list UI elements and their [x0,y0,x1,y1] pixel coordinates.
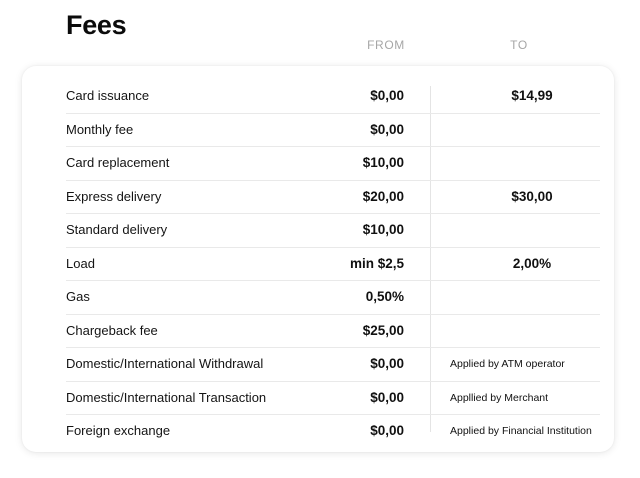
fees-table-card: Card issuance $0,00 $14,99 Monthly fee $… [22,66,614,452]
fee-from-value: $0,00 [370,121,404,137]
fee-from-value: $0,00 [370,356,404,371]
table-row: Chargeback fee $25,00 [66,315,600,348]
fee-from-value: $10,00 [362,222,404,237]
fees-table: Card issuance $0,00 $14,99 Monthly fee $… [66,80,600,448]
table-row: Load min $2,5 2,00% [66,248,600,281]
table-row: Card replacement $10,00 [66,147,600,181]
page-title: Fees [66,10,127,40]
fee-label: Express delivery [66,188,162,204]
fee-to-value [432,214,632,247]
column-header-from: FROM [367,38,405,52]
fee-label: Standard delivery [66,222,168,237]
fee-to-value: $14,99 [511,88,553,103]
table-row: Domestic/International Transaction $0,00… [66,382,600,415]
fees-page: Fees FROM TO Card issuance $0,00 $14,99 … [0,0,640,478]
table-row: Foreign exchange $0,00 Applied by Financ… [66,415,600,448]
fee-label: Load [66,255,95,271]
table-row: Gas 0,50% [66,281,600,315]
fee-to-note: Appllied by Merchant [450,391,549,404]
fee-label: Gas [66,289,90,304]
table-row: Domestic/International Withdrawal $0,00 … [66,348,600,382]
fee-from-value: min $2,5 [349,255,404,271]
fee-to-value [432,147,632,180]
fee-label: Card issuance [66,88,150,103]
column-header-to: TO [510,38,528,52]
fee-to-value [432,315,632,348]
fee-label: Card replacement [66,155,170,170]
fee-label: Chargeback fee [66,322,158,338]
table-row: Express delivery $20,00 $30,00 [66,181,600,214]
fee-from-value: $0,00 [370,88,404,103]
fee-label: Domestic/International Transaction [66,389,267,405]
fee-from-value: $10,00 [362,155,404,170]
table-row: Standard delivery $10,00 [66,214,600,248]
fee-to-value [432,114,632,147]
fee-to-note: Applied by Financial Institution [450,425,592,437]
fee-label: Domestic/International Withdrawal [66,356,264,371]
fee-to-note: Applied by ATM operator [450,358,565,370]
fee-label: Foreign exchange [66,423,171,438]
fee-to-value [432,281,632,314]
fee-from-value: $20,00 [362,188,404,204]
fee-to-value: $30,00 [511,188,553,204]
table-row: Monthly fee $0,00 [66,114,600,147]
fee-to-value: 2,00% [512,255,552,271]
fee-from-value: $0,00 [370,423,404,438]
fee-from-value: $25,00 [362,322,404,338]
fee-label: Monthly fee [66,121,134,137]
fee-from-value: 0,50% [365,289,404,304]
fee-from-value: $0,00 [370,389,404,405]
table-row: Card issuance $0,00 $14,99 [66,80,600,114]
